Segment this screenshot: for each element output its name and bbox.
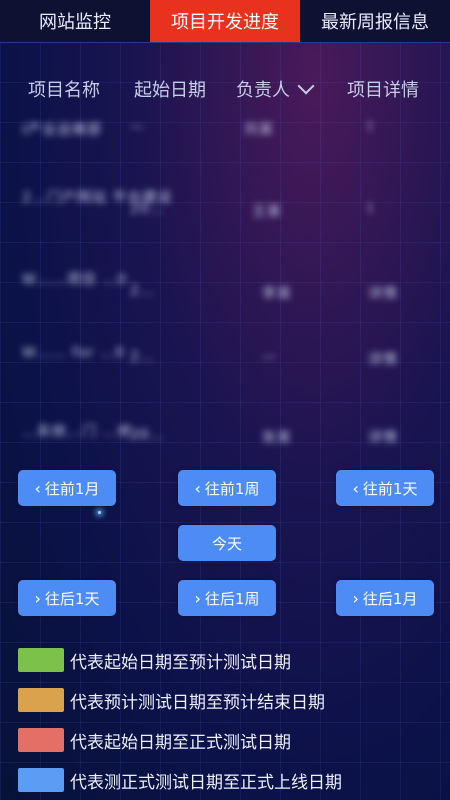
header-owner[interactable]: 负责人 [236, 76, 315, 102]
legend-item: 代表预计测试日期至预计结束日期 [18, 680, 342, 720]
cell-detail[interactable]: Ⅰ [368, 201, 373, 217]
cell-start-date: 20… [130, 427, 165, 443]
cell-owner: 王某 [252, 204, 282, 220]
header-owner-label: 负责人 [236, 80, 290, 101]
header-start-date: 起始日期 [134, 80, 206, 101]
cell-start-date: 20… [130, 201, 165, 217]
cell-start-date: 2… [130, 349, 155, 365]
legend-swatch-red [18, 728, 64, 752]
table-header: 项目名称 起始日期 负责人 项目详情 [0, 72, 450, 106]
legend-label: 代表预计测试日期至预计结束日期 [70, 692, 325, 713]
table-row[interactable]: Ⅰ产业运维部 — 刘某 Ⅰ [0, 115, 450, 187]
table-row[interactable]: 2…门户网站 平台建设 20… 王某 Ⅰ [0, 187, 450, 259]
forward-1-week-label: 往后1周 [204, 589, 260, 608]
header-project-name: 项目名称 [28, 80, 100, 101]
cell-project-name: …系统…门 …修… [22, 424, 148, 440]
chevron-left-icon: ‹ [194, 478, 201, 498]
cell-project-name: W……项目 …0 [22, 272, 128, 288]
table-row[interactable]: …系统…门 …修… 20… 张某 详情 [0, 403, 450, 475]
chevron-left-icon: ‹ [34, 478, 41, 498]
legend-swatch-green [18, 648, 64, 672]
back-1-month-button[interactable]: ‹ 往前1月 [18, 470, 116, 506]
cell-owner: 李某 [262, 286, 292, 302]
cell-detail[interactable]: Ⅰ [368, 119, 373, 135]
legend-swatch-orange [18, 688, 64, 712]
tab-bar: 网站监控 项目开发进度 最新周报信息 [0, 0, 450, 43]
header-project-detail: 项目详情 [347, 80, 419, 101]
chevron-right-icon: › [352, 588, 359, 608]
chevron-right-icon: › [34, 588, 41, 608]
table-row[interactable]: W…… for …0 2… — 详情 [0, 331, 450, 403]
forward-1-month-button[interactable]: › 往后1月 [336, 580, 434, 616]
forward-1-day-label: 往后1天 [44, 589, 100, 608]
cell-owner: — [262, 349, 277, 365]
legend-item: 代表起始日期至预计测试日期 [18, 640, 342, 680]
color-legend: 代表起始日期至预计测试日期 代表预计测试日期至预计结束日期 代表起始日期至正式测… [18, 640, 342, 800]
back-1-day-button[interactable]: ‹ 往前1天 [336, 470, 434, 506]
legend-label: 代表测正式测试日期至正式上线日期 [70, 772, 342, 793]
forward-1-week-button[interactable]: › 往后1周 [178, 580, 276, 616]
cell-start-date: 2… [130, 283, 155, 299]
tab-website-monitor[interactable]: 网站监控 [0, 0, 150, 42]
cell-project-name: W…… for …0 [22, 345, 125, 361]
sparkle-decoration [98, 511, 101, 514]
back-1-day-label: 往前1天 [362, 479, 418, 498]
chevron-down-icon[interactable] [297, 77, 315, 95]
cell-detail[interactable]: 详情 [368, 427, 398, 447]
tab-project-progress[interactable]: 项目开发进度 [150, 0, 300, 42]
legend-swatch-blue [18, 768, 64, 792]
legend-label: 代表起始日期至正式测试日期 [70, 732, 291, 753]
forward-1-month-label: 往后1月 [362, 589, 418, 608]
table-row[interactable]: W……项目 …0 2… 李某 详情 [0, 259, 450, 331]
cell-start-date: — [130, 119, 145, 135]
legend-label: 代表起始日期至预计测试日期 [70, 652, 291, 673]
cell-detail[interactable]: 详情 [368, 349, 398, 369]
cell-owner: 刘某 [244, 122, 274, 138]
today-button[interactable]: 今天 [178, 525, 276, 561]
table-body: Ⅰ产业运维部 — 刘某 Ⅰ 2…门户网站 平台建设 20… 王某 Ⅰ W……项目… [0, 115, 450, 475]
chevron-right-icon: › [194, 588, 201, 608]
forward-1-day-button[interactable]: › 往后1天 [18, 580, 116, 616]
legend-item: 代表起始日期至正式测试日期 [18, 720, 342, 760]
cell-owner: 张某 [262, 430, 292, 446]
cell-detail[interactable]: 详情 [368, 283, 398, 303]
tab-weekly-report[interactable]: 最新周报信息 [300, 0, 450, 42]
cell-project-name: Ⅰ产业运维部 [22, 122, 103, 138]
back-1-month-label: 往前1月 [44, 479, 100, 498]
back-1-week-label: 往前1周 [204, 479, 260, 498]
back-1-week-button[interactable]: ‹ 往前1周 [178, 470, 276, 506]
legend-item: 代表测正式测试日期至正式上线日期 [18, 760, 342, 800]
today-label: 今天 [211, 534, 242, 553]
chevron-left-icon: ‹ [352, 478, 359, 498]
